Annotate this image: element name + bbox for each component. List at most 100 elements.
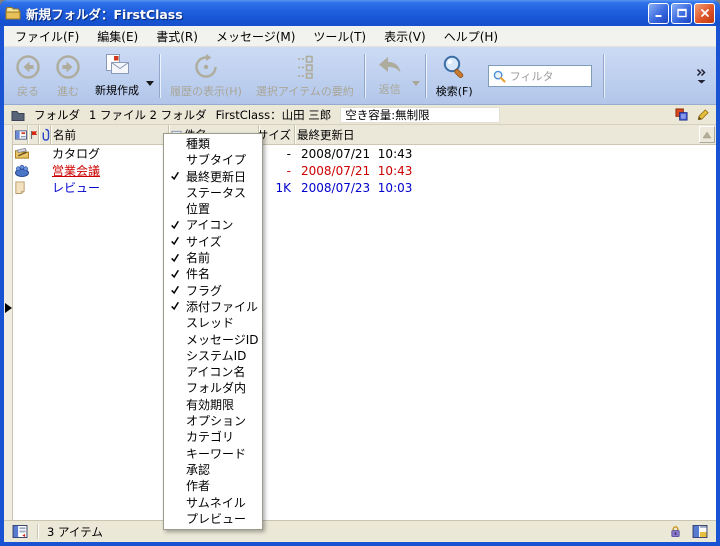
history-label: 履歴の表示(H) — [170, 83, 242, 99]
context-menu-item[interactable]: 有効期限 — [164, 397, 262, 413]
reply-dropdown-caret-icon[interactable] — [412, 81, 420, 90]
column-name-header[interactable]: 名前 — [50, 125, 168, 144]
check-icon — [170, 236, 180, 246]
window-body: ファイル(F) 編集(E) 書式(R) メッセージ(M) ツール(T) 表示(V… — [4, 26, 716, 542]
menubar-item[interactable]: 書式(R) — [147, 26, 207, 46]
titlebar[interactable]: 新規フォルダ：FirstClass — [0, 0, 720, 26]
forward-label: 進む — [57, 83, 79, 99]
context-menu-item[interactable]: 作者 — [164, 478, 262, 494]
infobar: フォルダ 1 ファイル 2 フォルダ FirstClass：山田 三郎 空き容量… — [4, 105, 716, 125]
menubar-item[interactable]: 表示(V) — [375, 26, 435, 46]
expand-pane-arrow-icon[interactable] — [5, 303, 12, 313]
context-menu-item-label: プレビュー — [186, 512, 246, 526]
infobar-server-user: FirstClass：山田 三郎 — [216, 107, 332, 123]
context-menu-item-label: 承認 — [186, 463, 210, 477]
context-menu-item[interactable]: スレッド — [164, 315, 262, 331]
new-dropdown-caret-icon[interactable] — [146, 81, 154, 90]
context-menu-item[interactable]: アイコン名 — [164, 364, 262, 380]
close-button[interactable] — [694, 3, 715, 24]
context-menu-item-label: キーワード — [186, 447, 246, 461]
summary-icon — [292, 54, 318, 80]
catalog-folder-icon — [13, 147, 50, 160]
sort-direction-button[interactable] — [699, 126, 715, 143]
item-name: 営業会議 — [50, 162, 168, 179]
context-menu-item[interactable]: フォルダ内 — [164, 380, 262, 396]
menubar-item[interactable]: ファイル(F) — [6, 26, 88, 46]
toolbar: 戻る 進む 新規 — [4, 47, 716, 105]
column-modified-header[interactable]: 最終更新日 — [294, 125, 696, 144]
toolbar-overflow-button[interactable] — [691, 50, 712, 102]
forward-button[interactable]: 進む — [48, 50, 88, 102]
table-row[interactable]: 営業会議 - 2008/07/21 10:43 — [13, 162, 716, 179]
context-menu-item[interactable]: メッセージID — [164, 332, 262, 348]
column-icon-header[interactable] — [13, 125, 27, 144]
back-button[interactable]: 戻る — [8, 50, 48, 102]
context-menu-item-label: アイコン名 — [186, 365, 245, 379]
pane-splitter[interactable] — [4, 125, 13, 520]
overlapping-squares-icon[interactable] — [675, 108, 688, 121]
check-icon — [170, 301, 180, 311]
chevron-overflow-icon — [696, 68, 707, 84]
context-menu-item[interactable]: アイコン — [164, 217, 262, 233]
menubar-item[interactable]: メッセージ(M) — [207, 26, 304, 46]
back-label: 戻る — [17, 83, 39, 99]
item-name: カタログ — [50, 145, 168, 162]
item-modified-date: 2008/07/21 10:43 — [294, 147, 716, 161]
new-document-label: 新規作成 — [95, 82, 139, 98]
context-menu-item[interactable]: 添付ファイル — [164, 299, 262, 315]
reply-label: 返信 — [379, 81, 401, 97]
menubar-item[interactable]: 編集(E) — [88, 26, 147, 46]
pencil-icon[interactable] — [697, 109, 709, 121]
context-menu-item[interactable]: ステータス — [164, 185, 262, 201]
context-menu-item-label: 最終更新日 — [186, 170, 246, 184]
toolbar-separator — [159, 54, 160, 98]
search-button[interactable]: 検索(F) — [429, 50, 480, 102]
context-menu-item[interactable]: サブタイプ — [164, 152, 262, 168]
context-menu-item[interactable]: サムネイル — [164, 495, 262, 511]
context-menu-item[interactable]: キーワード — [164, 446, 262, 462]
minimize-button[interactable] — [648, 3, 669, 24]
statusbar: 3 アイテム — [4, 520, 716, 542]
maximize-button[interactable] — [671, 3, 692, 24]
context-menu-item-label: フォルダ内 — [186, 381, 246, 395]
filter-box — [488, 65, 592, 87]
view-layout-icon[interactable] — [692, 525, 708, 538]
item-size: - — [258, 164, 294, 178]
context-menu-item[interactable]: 種類 — [164, 136, 262, 152]
context-menu-item[interactable]: カテゴリ — [164, 429, 262, 445]
context-menu-item-label: メッセージID — [186, 333, 259, 347]
toolbar-separator — [603, 54, 604, 98]
conference-icon — [13, 164, 50, 177]
infobar-folder-label: フォルダ — [34, 107, 80, 123]
menubar-item[interactable]: ツール(T) — [304, 26, 375, 46]
toggle-pane-icon[interactable] — [12, 525, 28, 538]
context-menu-item-label: ステータス — [186, 186, 246, 200]
column-size-header[interactable]: サイズ — [258, 125, 294, 144]
table-row[interactable]: カタログ - 2008/07/21 10:43 — [13, 145, 716, 162]
list-header-row: 名前 件名 サイズ 最終更新日 — [13, 125, 716, 145]
context-menu-item[interactable]: 名前 — [164, 250, 262, 266]
history-button[interactable]: 履歴の表示(H) — [163, 50, 249, 102]
context-menu-item[interactable]: 位置 — [164, 201, 262, 217]
context-menu-item[interactable]: 最終更新日 — [164, 169, 262, 185]
context-menu-item[interactable]: システムID — [164, 348, 262, 364]
summary-button[interactable]: 選択アイテムの要約 — [249, 50, 361, 102]
filter-input[interactable] — [510, 70, 587, 83]
column-flag-header[interactable] — [27, 125, 38, 144]
table-row[interactable]: レビュー 1K 2008/07/23 10:03 — [13, 179, 716, 196]
infobar-folder-icon — [11, 109, 25, 121]
column-attachment-header[interactable] — [38, 125, 50, 144]
context-menu-item[interactable]: オプション — [164, 413, 262, 429]
context-menu-item[interactable]: フラグ — [164, 283, 262, 299]
context-menu-item[interactable]: 承認 — [164, 462, 262, 478]
reply-button[interactable]: 返信 — [368, 52, 412, 100]
menubar-item[interactable]: ヘルプ(H) — [435, 26, 507, 46]
context-menu-item-label: 作者 — [186, 479, 210, 493]
context-menu-item[interactable]: サイズ — [164, 234, 262, 250]
context-menu-item[interactable]: 件名 — [164, 266, 262, 282]
search-label: 検索(F) — [436, 83, 473, 99]
new-document-button[interactable]: 新規作成 — [88, 51, 146, 101]
context-menu-item-label: オプション — [186, 414, 246, 428]
context-menu-item[interactable]: プレビュー — [164, 511, 262, 527]
back-icon — [15, 54, 41, 80]
